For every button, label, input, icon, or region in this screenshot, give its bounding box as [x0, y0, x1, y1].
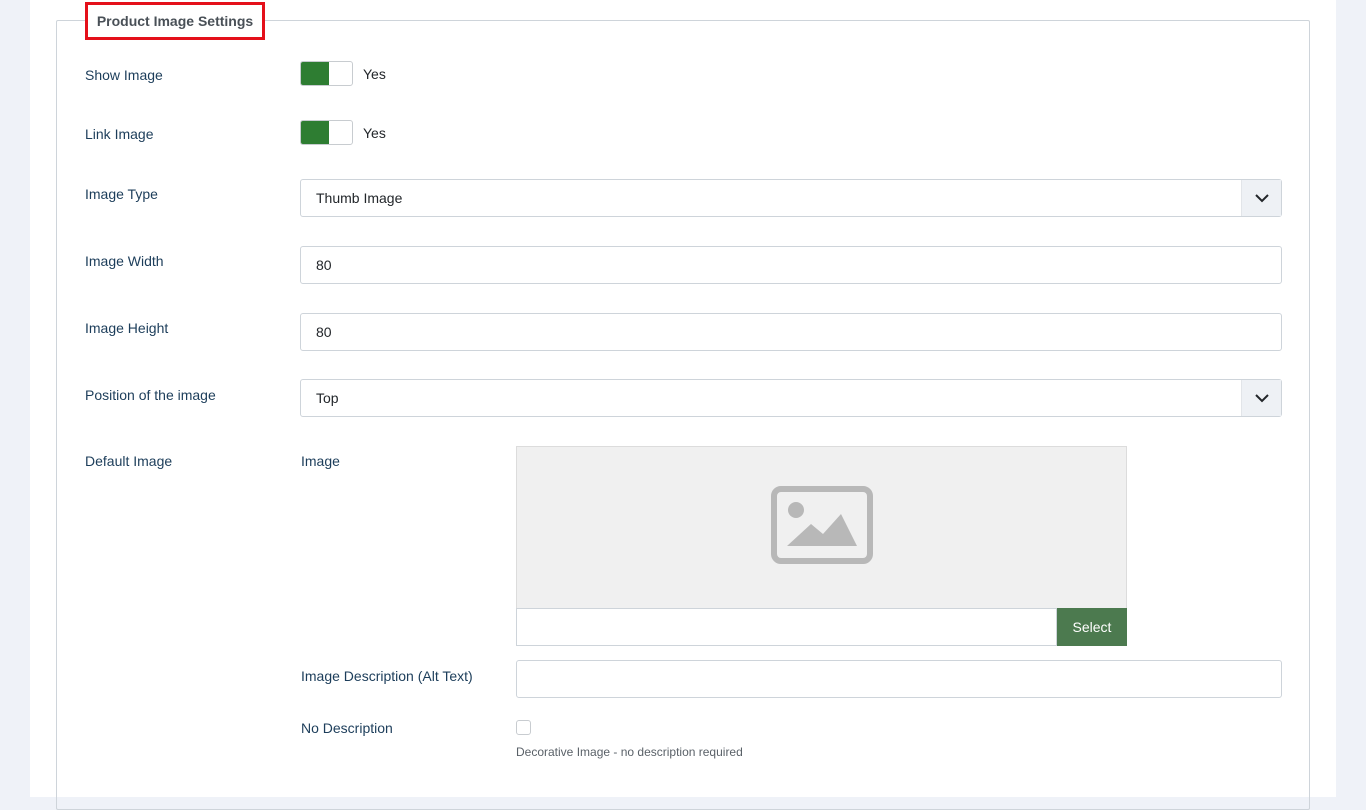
image-height-value: 80	[316, 324, 332, 340]
show-image-value: Yes	[363, 66, 386, 82]
link-image-switch[interactable]	[300, 120, 353, 145]
alt-text-input[interactable]	[516, 660, 1282, 698]
image-height-label: Image Height	[85, 320, 169, 336]
image-width-input[interactable]: 80	[300, 246, 1282, 284]
media-field: Select	[516, 446, 1127, 646]
image-preview	[516, 446, 1127, 608]
image-position-label: Position of the image	[85, 387, 216, 403]
switch-on-indicator	[301, 121, 329, 144]
image-width-label: Image Width	[85, 253, 164, 269]
show-image-label: Show Image	[85, 67, 163, 83]
image-position-select[interactable]: Top	[300, 379, 1282, 417]
no-description-checkbox[interactable]	[516, 720, 531, 735]
image-placeholder-icon	[770, 486, 873, 569]
image-path-input[interactable]	[516, 608, 1057, 646]
chevron-down-icon[interactable]	[1241, 180, 1281, 216]
image-height-input[interactable]: 80	[300, 313, 1282, 351]
fieldset-legend: Product Image Settings	[85, 2, 265, 40]
show-image-switch[interactable]	[300, 61, 353, 86]
image-sublabel: Image	[301, 453, 340, 469]
image-type-value: Thumb Image	[316, 190, 403, 206]
link-image-label: Link Image	[85, 126, 154, 142]
image-type-label: Image Type	[85, 186, 158, 202]
alt-text-label: Image Description (Alt Text)	[301, 668, 473, 684]
chevron-down-icon[interactable]	[1241, 380, 1281, 416]
settings-panel: Product Image Settings Show Image Yes Li…	[30, 0, 1336, 810]
image-type-select[interactable]: Thumb Image	[300, 179, 1282, 217]
select-image-button[interactable]: Select	[1057, 608, 1127, 646]
image-position-value: Top	[316, 390, 339, 406]
decorative-image-hint: Decorative Image - no description requir…	[516, 745, 743, 759]
switch-on-indicator	[301, 62, 329, 85]
default-image-label: Default Image	[85, 453, 173, 469]
no-description-label: No Description	[301, 720, 393, 736]
image-width-value: 80	[316, 257, 332, 273]
link-image-value: Yes	[363, 125, 386, 141]
